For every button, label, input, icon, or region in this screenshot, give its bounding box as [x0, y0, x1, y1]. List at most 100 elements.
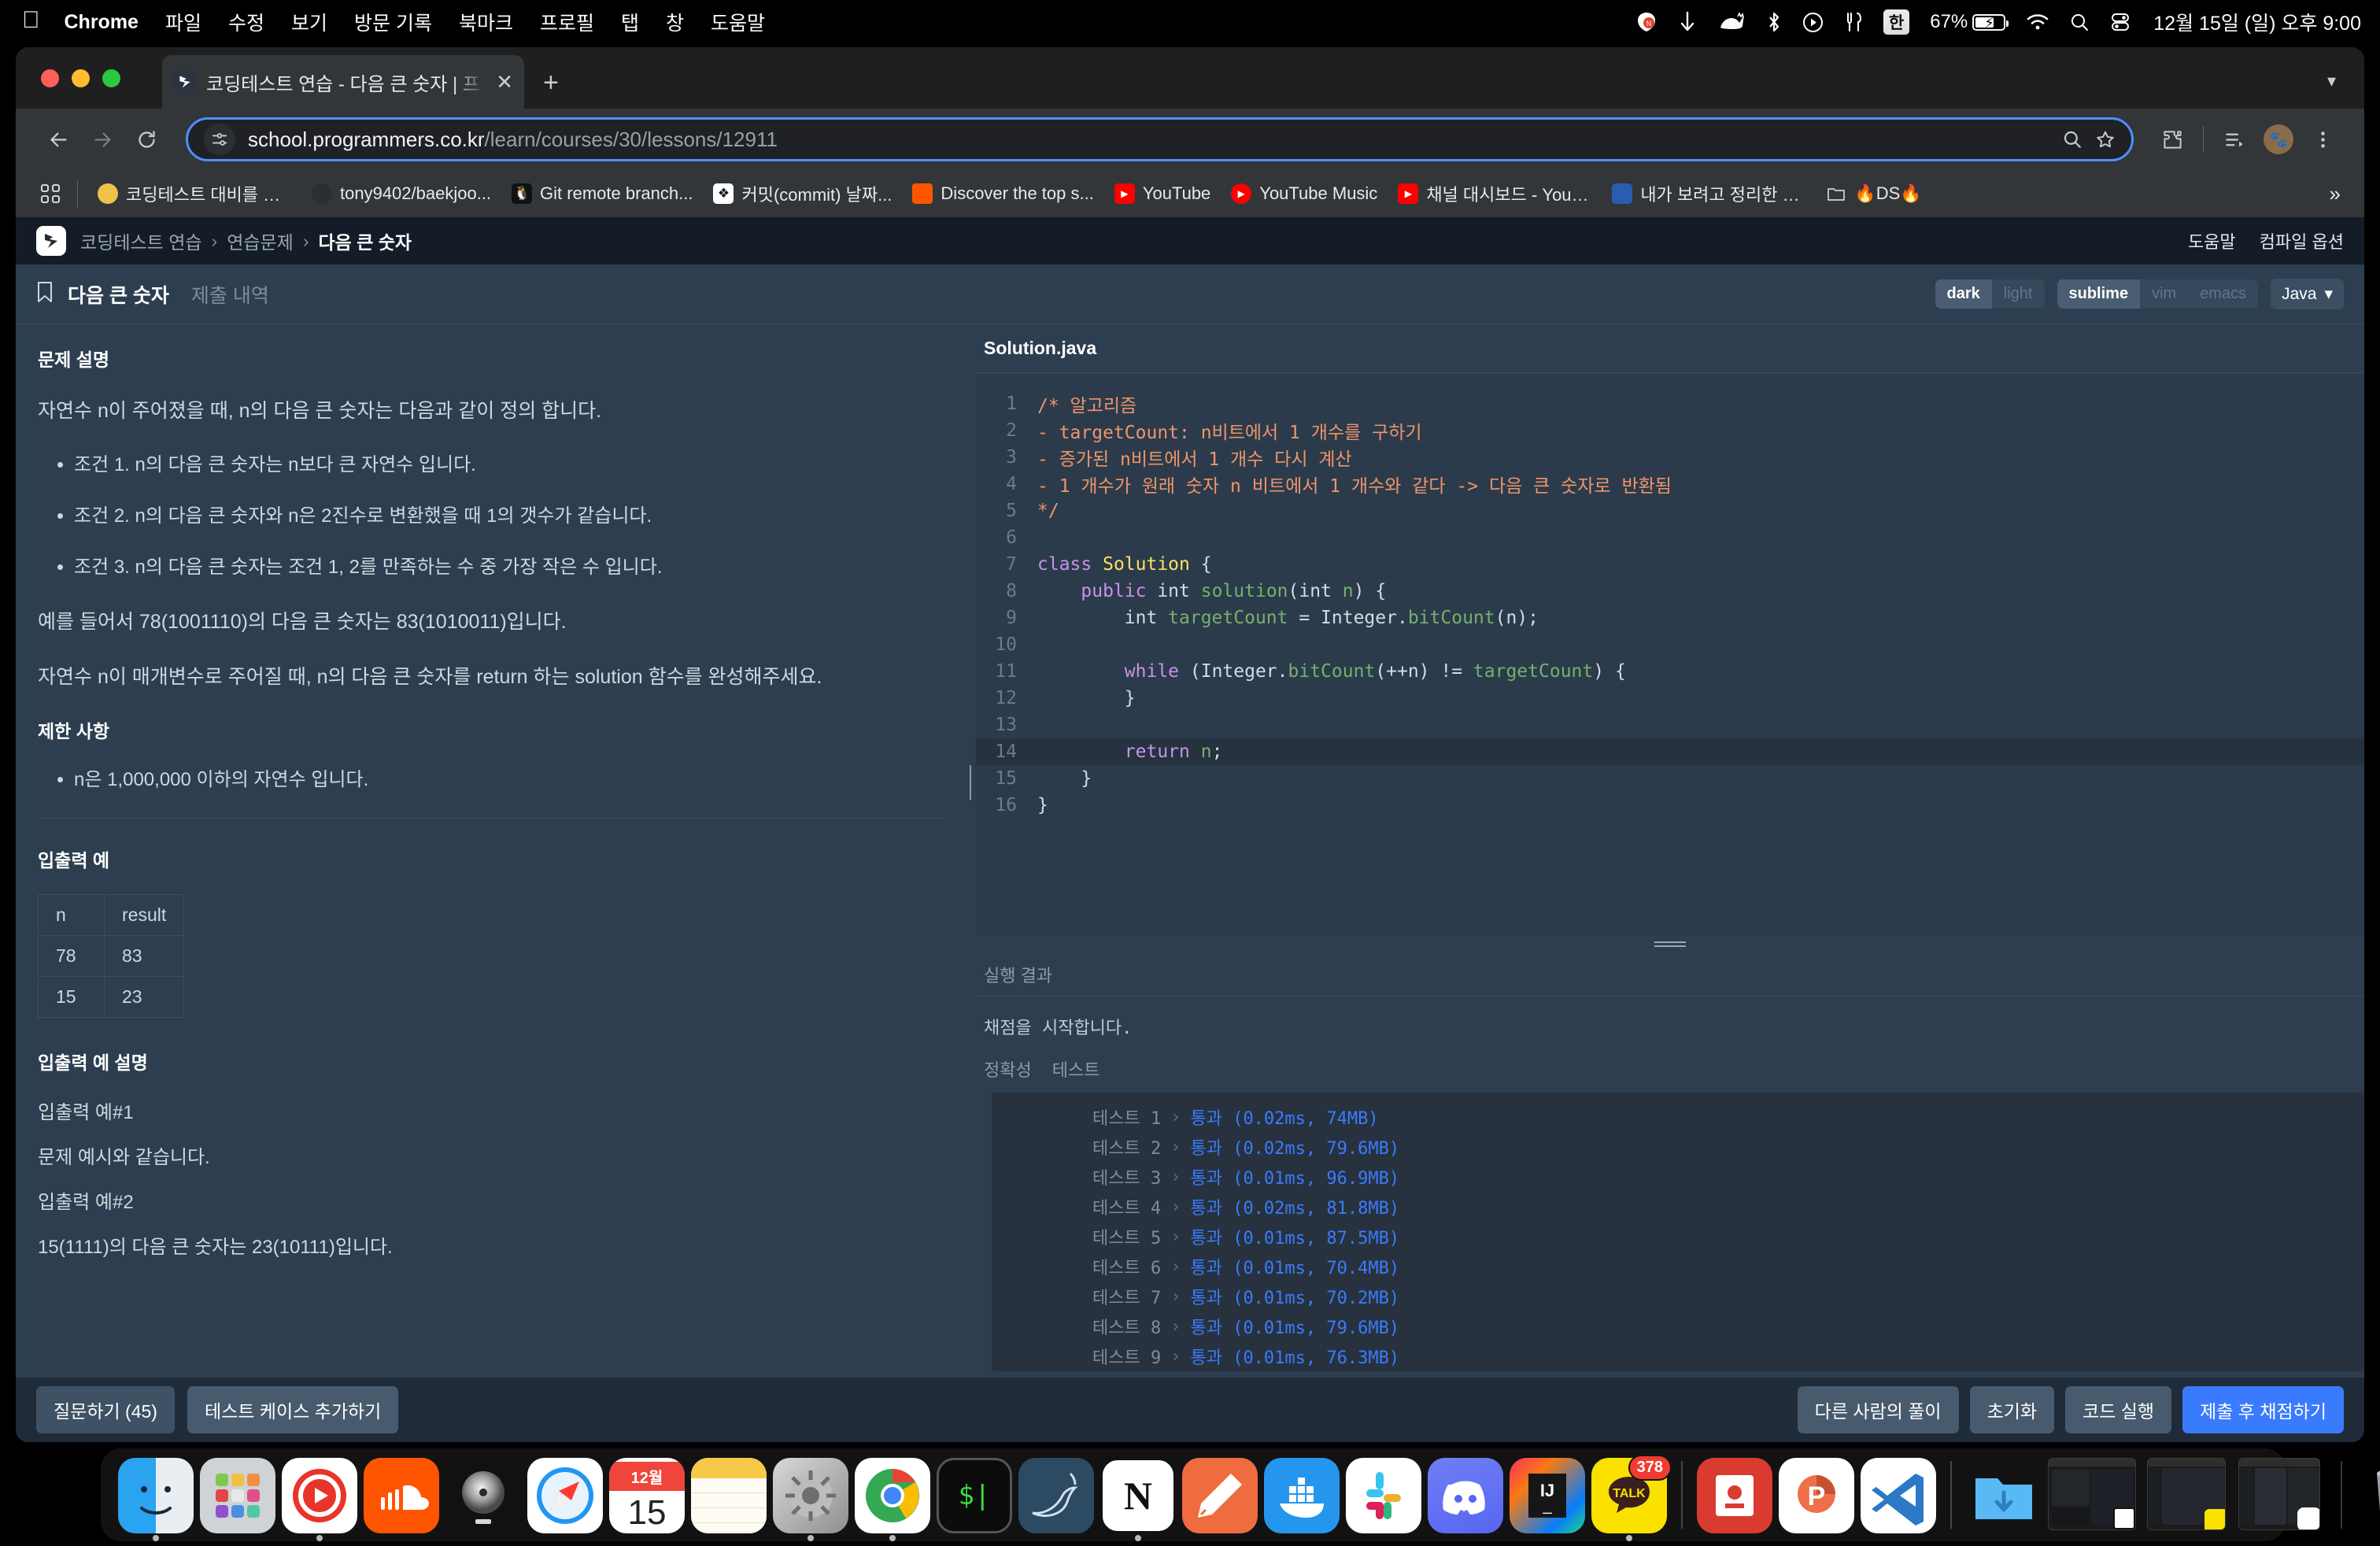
bookmark-item[interactable]: tony9402/baekjoo... — [301, 179, 501, 209]
menubar-clock[interactable]: 12월 15일 (일) 오후 9:00 — [2141, 8, 2361, 36]
url-text[interactable]: school.programmers.co.kr/learn/courses/3… — [248, 128, 2049, 152]
theme-toggle[interactable]: dark light — [1935, 279, 2045, 309]
dock-item-notes[interactable] — [691, 1458, 767, 1533]
code-line[interactable]: 3 - 증가된 n비트에서 1 개수 다시 계산 — [976, 444, 2364, 471]
dock-item-youtube-music[interactable] — [282, 1458, 357, 1541]
dock-item-chrome[interactable] — [855, 1458, 930, 1541]
apple-logo-icon[interactable]:  — [22, 9, 51, 35]
bookmark-item[interactable]: 코딩테스트 대비를 위... — [87, 176, 301, 211]
back-button[interactable] — [36, 117, 80, 161]
help-link[interactable]: 도움말 — [2188, 228, 2236, 253]
add-testcase-button[interactable]: 테스트 케이스 추가하기 — [187, 1386, 399, 1433]
menubar-item-profile[interactable]: 프로필 — [527, 8, 608, 36]
dock-item-slack[interactable] — [1346, 1458, 1421, 1533]
dock-minimized-kakaotalk-window[interactable] — [2147, 1458, 2232, 1533]
close-tab-icon[interactable]: ✕ — [496, 72, 513, 92]
breadcrumb-item-practice[interactable]: 연습문제 — [227, 227, 294, 254]
language-select[interactable]: Java ▾ — [2271, 279, 2344, 309]
keymap-vim-option[interactable]: vim — [2140, 279, 2189, 309]
reading-list-icon[interactable] — [2213, 117, 2256, 161]
compile-options-link[interactable]: 컴파일 옵션 — [2260, 228, 2344, 253]
keymap-toggle[interactable]: sublime vim emacs — [2057, 279, 2259, 309]
dock-item-safari[interactable] — [527, 1458, 603, 1533]
menubar-item-file[interactable]: 파일 — [152, 8, 215, 36]
code-line[interactable]: 14 return n; — [976, 738, 2364, 765]
menubar-item-window[interactable]: 창 — [652, 8, 697, 36]
menubar-item-help[interactable]: 도움말 — [697, 8, 778, 36]
dock-item-system-settings[interactable] — [773, 1458, 848, 1541]
cat-menubar-icon[interactable] — [1707, 12, 1756, 32]
code-line[interactable]: 9 int targetCount = Integer.bitCount(n); — [976, 605, 2364, 631]
menubar-item-view[interactable]: 보기 — [278, 8, 341, 36]
chrome-menu-icon[interactable] — [2301, 117, 2344, 161]
dock-item-soundcloud[interactable] — [364, 1458, 439, 1533]
dock-item-vscode[interactable] — [1861, 1458, 1936, 1533]
code-editor[interactable]: 1/* 알고리즘 2- targetCount: n비트에서 1 개수를 구하기 3… — [976, 373, 2364, 935]
site-settings-icon[interactable] — [204, 124, 235, 155]
code-line[interactable]: 7 class Solution { — [976, 551, 2364, 578]
bookmark-item[interactable]: Discover the top s... — [902, 179, 1103, 209]
dock-item-notion[interactable]: N — [1100, 1458, 1176, 1541]
code-line[interactable]: 16} — [976, 792, 2364, 819]
chevron-down-icon[interactable]: ▾ — [2327, 71, 2336, 91]
others-solutions-button[interactable]: 다른 사람의 풀이 — [1797, 1386, 1959, 1433]
theme-dark-option[interactable]: dark — [1935, 279, 1992, 309]
search-icon[interactable] — [2062, 129, 2082, 150]
reset-button[interactable]: 초기화 — [1969, 1386, 2055, 1433]
run-code-button[interactable]: 코드 실행 — [2065, 1386, 2172, 1433]
dock-item-intellij-idea[interactable]: IJ _ — [1510, 1458, 1585, 1533]
forward-button[interactable] — [80, 117, 124, 161]
code-line[interactable]: 6 — [976, 524, 2364, 551]
dock-item-downloads-folder[interactable] — [1966, 1458, 2042, 1533]
dock-minimized-notion-window[interactable] — [2048, 1458, 2141, 1533]
dock-minimized-youtube-music-window[interactable] — [2238, 1458, 2326, 1533]
code-line[interactable]: 11 while (Integer.bitCount(++n) != targe… — [976, 658, 2364, 685]
control-center-icon[interactable] — [2100, 12, 2141, 32]
dock-item-finder[interactable] — [118, 1458, 194, 1541]
play-circle-icon[interactable] — [1792, 12, 1834, 33]
dock-item-mysql-workbench[interactable] — [1018, 1458, 1094, 1533]
extensions-icon[interactable] — [2151, 117, 2193, 161]
download-arrow-icon[interactable] — [1668, 11, 1707, 33]
tab-problem[interactable]: 다음 큰 숫자 — [68, 280, 191, 309]
submit-button[interactable]: 제출 후 채점하기 — [2182, 1386, 2344, 1433]
bookmarks-overflow-button[interactable]: » — [2330, 182, 2347, 206]
menubar-item-tab[interactable]: 탭 — [608, 8, 652, 36]
bookmark-item[interactable]: 내가 보려고 정리한 정... — [1602, 176, 1816, 211]
new-tab-button[interactable]: + — [543, 69, 559, 96]
bookmark-item[interactable]: ▶ 채널 대시보드 - YouT... — [1388, 176, 1602, 211]
bookmark-item[interactable]: ❖ 커밋(commit) 날짜... — [703, 176, 902, 211]
dock-item-kakaotalk[interactable]: TALK 378 — [1591, 1455, 1672, 1541]
code-line[interactable]: 8 public int solution(int n) { — [976, 578, 2364, 605]
dock-item-terminal[interactable]: $| — [937, 1458, 1012, 1533]
reload-button[interactable] — [124, 117, 168, 161]
menubar-item-bookmarks[interactable]: 북마크 — [445, 8, 527, 36]
menubar-item-edit[interactable]: 수정 — [215, 8, 278, 36]
ime-indicator[interactable]: 한 — [1873, 9, 1920, 35]
bookmark-star-icon[interactable] — [2095, 129, 2116, 150]
tab-submissions[interactable]: 제출 내역 — [191, 280, 291, 309]
keymap-emacs-option[interactable]: emacs — [2188, 279, 2259, 309]
dock-item-calendar[interactable]: 12월 15 — [609, 1458, 685, 1533]
theme-light-option[interactable]: light — [1991, 279, 2045, 309]
code-line[interactable]: 4 - 1 개수가 원래 숫자 n 비트에서 1 개수와 같다 -> 다음 큰 숫… — [976, 471, 2364, 497]
bookmark-flag-icon[interactable] — [36, 281, 54, 307]
code-line[interactable]: 2 - targetCount: n비트에서 1 개수를 구하기 — [976, 417, 2364, 444]
notion-menubar-icon[interactable]: N — [1625, 11, 1668, 33]
dock-item-trash[interactable] — [2356, 1458, 2380, 1533]
close-window-button[interactable] — [41, 69, 59, 87]
menubar-app-name[interactable]: Chrome — [51, 11, 152, 34]
bookmark-item[interactable]: ▶ YouTube — [1104, 179, 1221, 209]
code-line[interactable]: 13 — [976, 712, 2364, 738]
apps-shortcut-icon[interactable] — [33, 183, 68, 204]
bookmark-item[interactable]: ▶ YouTube Music — [1221, 179, 1388, 209]
result-tab-test[interactable]: 테스트 — [1052, 1056, 1100, 1082]
pane-resize-handle[interactable] — [968, 324, 978, 1442]
dock-item-docker[interactable] — [1264, 1458, 1340, 1533]
bookmark-folder-item[interactable]: 🔥DS🔥 — [1816, 179, 1931, 209]
dock-item-launchpad[interactable] — [200, 1458, 275, 1533]
code-line[interactable]: 10 — [976, 631, 2364, 658]
maximize-window-button[interactable] — [102, 69, 120, 87]
battery-status[interactable]: 67% ⚡ — [1920, 11, 2016, 33]
keymap-sublime-option[interactable]: sublime — [2057, 279, 2141, 309]
